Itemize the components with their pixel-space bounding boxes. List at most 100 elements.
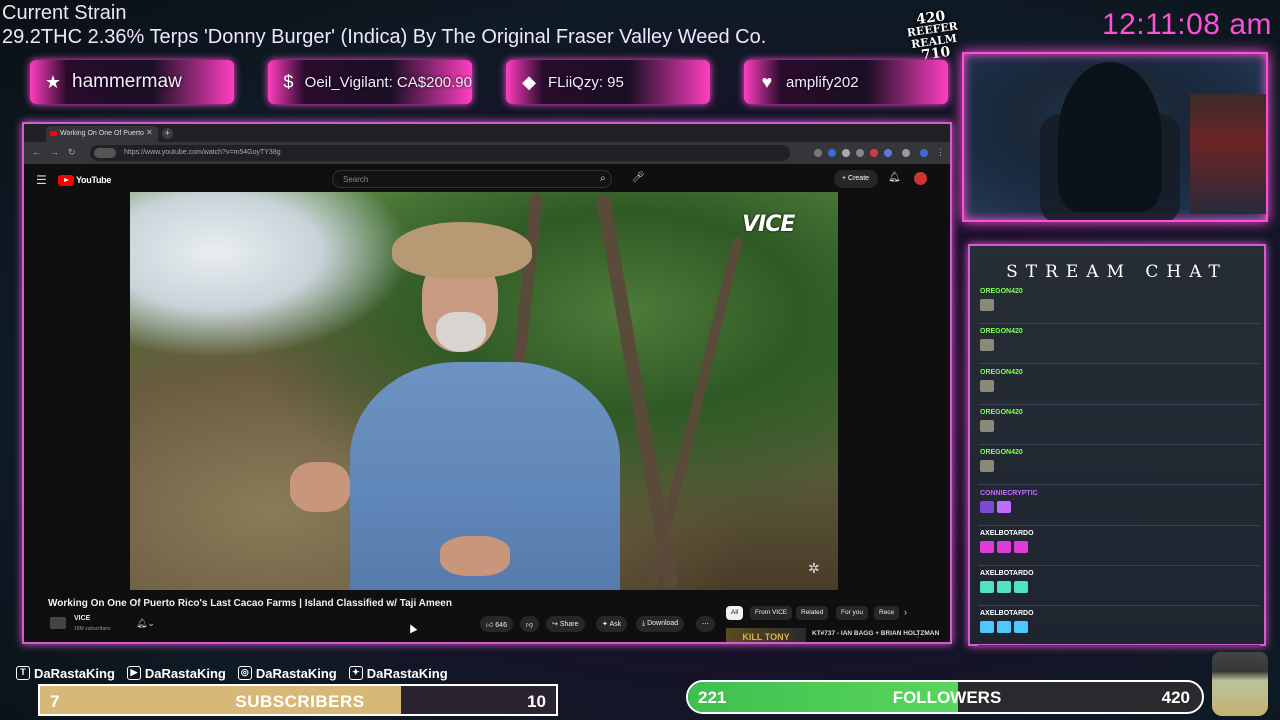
thumbs-down-icon: 👎︎ [526,622,534,629]
background-shelf [1190,94,1266,214]
chat-username: OREGON420 [980,449,1023,457]
alert-text: amplify202 [786,73,859,91]
search-input[interactable]: Search [332,170,612,188]
chat-username: OREGON420 [980,408,1023,416]
chat-emotes [980,299,994,311]
chat-message: OREGON420 [978,407,1260,445]
emote-icon [980,500,994,513]
chat-message: CONNIECRYPTIC [978,488,1260,526]
emote-icon [997,581,1011,594]
diamond-icon: ◆ [522,72,536,92]
emote-icon [980,581,994,594]
recommended-thumbnail[interactable]: KILL TONY [726,628,806,642]
reload-icon[interactable]: ↻ [68,147,76,158]
extension-icon[interactable] [842,149,850,157]
person-hand [440,536,510,576]
chat-username: OREGON420 [980,368,1023,376]
twitch-icon: T [16,666,30,680]
current-strain-title: Current Strain [2,2,127,24]
alert-follow: ★ hammermaw [30,60,234,104]
extension-icon[interactable] [920,149,928,157]
chat-message: OREGON420 [978,286,1260,324]
chat-message: AXELBOTARDO [978,608,1260,647]
close-icon[interactable]: ✕ [146,128,153,137]
channel-avatar[interactable] [50,617,66,629]
vice-watermark: VICE [742,212,795,237]
browser-tab[interactable]: Working On One Of Puerto [46,126,158,142]
microphone-icon[interactable]: 🎤︎ [632,172,645,183]
youtube-logo[interactable]: YouTube [58,174,111,186]
hamburger-menu-icon[interactable]: ☰ [36,173,47,187]
subscriber-goal-bar: 7 SUBSCRIBERS 10 [38,684,558,716]
youtube-handle: DaRastaKing [144,665,226,681]
extension-icon[interactable] [814,149,822,157]
chat-message: OREGON420 [978,326,1260,365]
notifications-bell-icon[interactable]: 🔔︎ [888,172,901,183]
reefer-realm-logo: 420 REEFER REALM 710 [899,8,967,64]
kebab-menu-icon[interactable]: ⋮ [936,147,945,158]
back-icon[interactable]: ← [32,147,41,157]
twitter-handle: DaRastaKing [366,665,448,681]
youtube-play-icon [58,174,74,186]
follower-label: FOLLOWERS [892,688,1002,707]
channel-name[interactable]: VICE [74,615,90,622]
browser-window: Working On One Of Puerto ✕ + ← → ↻ https… [22,122,952,644]
chip-for-you[interactable]: For you [836,606,869,620]
new-tab-button[interactable]: + [162,128,173,139]
alert-bits: ◆ FLiiQzy: 95 [506,60,710,104]
loading-spinner-icon: ✲ [808,560,820,576]
extension-icon[interactable] [856,149,864,157]
chevron-right-icon[interactable]: › [904,607,907,617]
twitter-link: ✦ DaRastaKing [348,665,448,681]
webcam-feed [962,52,1268,222]
chat-emotes [980,581,1028,594]
clock: 12:11:08 am [1101,8,1272,41]
heart-icon: ♥ [761,72,773,92]
follower-goal-bar: 221 FOLLOWERS 420 [686,680,1204,714]
video-player[interactable]: VICE [130,192,838,590]
more-actions-button[interactable]: ⋯ [696,616,715,632]
site-info-icon[interactable] [94,148,116,158]
tab-bar: Working On One Of Puerto ✕ + [24,124,950,142]
create-button[interactable]: + Create [834,170,878,188]
chip-related[interactable]: Related [796,606,829,620]
search-icon[interactable]: ⌕ [600,173,606,184]
extension-icon[interactable] [884,149,892,157]
account-avatar[interactable] [914,172,927,185]
url-text: https://www.youtube.com/watch?v=m54GoyTY… [124,149,281,156]
subscriber-goal: 10 [527,692,546,711]
alert-donation: $ Oeil_Vigilant: CA$200.90 [268,60,472,104]
chat-emotes [980,460,994,473]
extension-icon[interactable] [870,149,878,157]
profile-icon[interactable] [902,149,910,157]
cannabis-jar-image [1212,652,1268,716]
kebab-menu-icon[interactable]: ⋮ [914,630,922,639]
chat-message: OREGON420 [978,367,1260,405]
forward-icon[interactable]: → [50,147,59,157]
download-icon: ⤓ [642,620,646,627]
alert-text: FLiiQzy: 95 [548,73,624,91]
extension-icon[interactable] [828,149,836,157]
emote-icon [980,299,994,311]
chip-from-vice[interactable]: From VICE [750,606,793,620]
ask-button[interactable]: ✦ Ask [596,616,628,632]
chat-emotes [980,379,994,392]
chip-recent[interactable]: Rece [874,606,900,620]
chat-message: AXELBOTARDO [978,528,1260,566]
like-button[interactable]: 👍︎ 646 [480,616,513,632]
social-links: T DaRastaKing ▶ DaRastaKing ◎ DaRastaKin… [16,664,454,682]
chip-all[interactable]: All [726,606,744,620]
share-label: Share [559,621,579,628]
share-button[interactable]: ↪ Share [546,616,585,632]
dislike-button[interactable]: 👎︎ [520,616,540,632]
subscription-bell-icon[interactable]: 🔔︎⌄ [136,618,155,629]
download-label: Download [647,620,679,627]
channel-subscriber-count: 18M subscribers [74,626,111,632]
youtube-link: ▶ DaRastaKing [126,665,226,681]
sparkle-icon: ✦ [602,621,608,628]
instagram-icon: ◎ [237,666,252,680]
download-button[interactable]: ⤓ Download [636,616,685,632]
chat-emotes [980,540,1028,553]
emote-icon [980,379,994,392]
url-field[interactable]: https://www.youtube.com/watch?v=m54GoyTY… [90,145,790,161]
